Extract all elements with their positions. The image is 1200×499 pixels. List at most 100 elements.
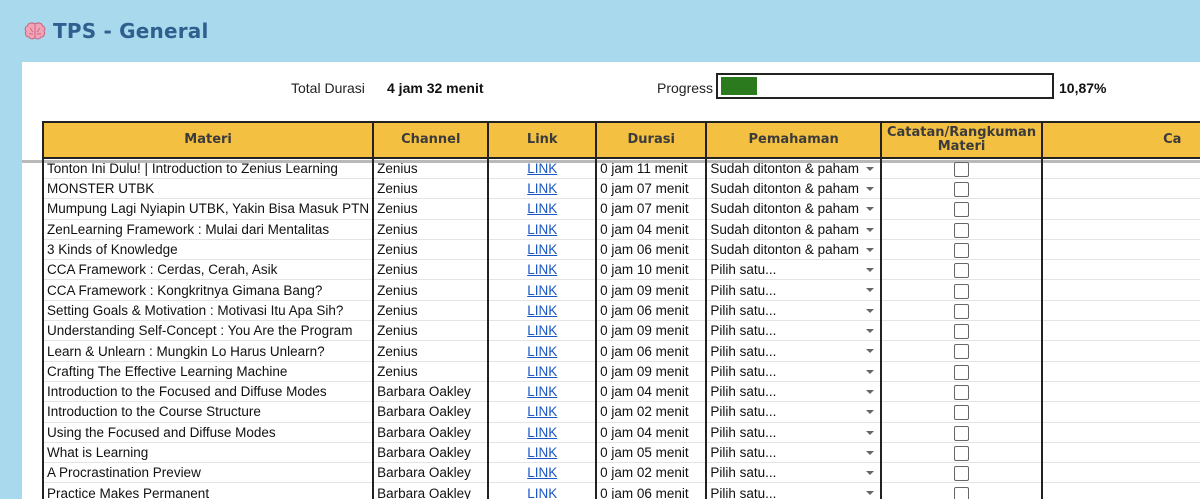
catatan-checkbox[interactable]: [954, 344, 970, 360]
materi-cell[interactable]: 3 Kinds of Knowledge: [41, 239, 375, 261]
pemahaman-select[interactable]: Pilih satu...: [705, 300, 882, 322]
durasi-cell[interactable]: 0 jam 06 menit: [595, 340, 708, 362]
channel-cell[interactable]: Barbara Oakley: [372, 482, 490, 499]
extra-cell[interactable]: [1041, 300, 1200, 322]
extra-cell[interactable]: [1041, 401, 1200, 423]
durasi-cell[interactable]: 0 jam 05 menit: [595, 442, 708, 464]
col-header-extra[interactable]: Ca: [1041, 121, 1200, 159]
dropdown-arrow-icon[interactable]: [865, 288, 874, 293]
materi-cell[interactable]: ZenLearning Framework : Mulai dari Menta…: [41, 219, 375, 240]
dropdown-arrow-icon[interactable]: [865, 471, 874, 476]
video-link[interactable]: LINK: [527, 181, 557, 196]
durasi-cell[interactable]: 0 jam 04 menit: [595, 381, 708, 403]
video-link[interactable]: LINK: [527, 201, 557, 216]
materi-cell[interactable]: Crafting The Effective Learning Machine: [41, 361, 375, 382]
col-header-durasi[interactable]: Durasi: [595, 121, 708, 159]
video-link[interactable]: LINK: [527, 384, 557, 399]
col-header-materi[interactable]: Materi: [41, 121, 375, 159]
video-link[interactable]: LINK: [527, 161, 557, 176]
durasi-cell[interactable]: 0 jam 02 menit: [595, 462, 708, 484]
catatan-checkbox[interactable]: [954, 445, 970, 461]
channel-cell[interactable]: Zenius: [372, 340, 490, 362]
durasi-cell[interactable]: 0 jam 02 menit: [595, 401, 708, 423]
materi-cell[interactable]: A Procrastination Preview: [41, 462, 375, 484]
pemahaman-select[interactable]: Pilih satu...: [705, 259, 882, 281]
video-link[interactable]: LINK: [527, 262, 557, 277]
materi-cell[interactable]: MONSTER UTBK: [41, 178, 375, 200]
pemahaman-select[interactable]: Sudah ditonton & paham: [705, 198, 882, 220]
pemahaman-select[interactable]: Sudah ditonton & paham: [705, 239, 882, 261]
video-link[interactable]: LINK: [527, 303, 557, 318]
pemahaman-select[interactable]: Pilih satu...: [705, 422, 882, 443]
extra-cell[interactable]: [1041, 361, 1200, 382]
video-link[interactable]: LINK: [527, 364, 557, 379]
video-link[interactable]: LINK: [527, 323, 557, 338]
video-link[interactable]: LINK: [527, 425, 557, 440]
dropdown-arrow-icon[interactable]: [865, 329, 874, 334]
col-header-pemahaman[interactable]: Pemahaman: [705, 121, 882, 159]
durasi-cell[interactable]: 0 jam 06 menit: [595, 300, 708, 322]
dropdown-arrow-icon[interactable]: [865, 187, 874, 191]
materi-cell[interactable]: Introduction to the Focused and Diffuse …: [41, 381, 375, 403]
extra-cell[interactable]: [1041, 482, 1200, 499]
durasi-cell[interactable]: 0 jam 04 menit: [595, 422, 708, 443]
extra-cell[interactable]: [1041, 381, 1200, 403]
dropdown-arrow-icon[interactable]: [865, 450, 874, 455]
materi-cell[interactable]: Tonton Ini Dulu! | Introduction to Zeniu…: [41, 158, 375, 179]
extra-cell[interactable]: [1041, 422, 1200, 443]
pemahaman-select[interactable]: Pilih satu...: [705, 340, 882, 362]
catatan-checkbox[interactable]: [954, 364, 970, 380]
durasi-cell[interactable]: 0 jam 10 menit: [595, 259, 708, 281]
durasi-cell[interactable]: 0 jam 07 menit: [595, 198, 708, 220]
video-link[interactable]: LINK: [527, 283, 557, 298]
extra-cell[interactable]: [1041, 158, 1200, 179]
dropdown-arrow-icon[interactable]: [865, 389, 874, 394]
extra-cell[interactable]: [1041, 198, 1200, 220]
video-link[interactable]: LINK: [527, 445, 557, 460]
dropdown-arrow-icon[interactable]: [865, 247, 874, 252]
pemahaman-select[interactable]: Sudah ditonton & paham: [705, 219, 882, 240]
video-link[interactable]: LINK: [527, 486, 557, 499]
channel-cell[interactable]: Zenius: [372, 178, 490, 200]
col-header-catatan[interactable]: Catatan/Rangkuman Materi: [879, 121, 1044, 159]
catatan-checkbox[interactable]: [954, 283, 970, 299]
dropdown-arrow-icon[interactable]: [865, 410, 874, 415]
dropdown-arrow-icon[interactable]: [865, 227, 874, 232]
pemahaman-select[interactable]: Pilih satu...: [705, 320, 882, 342]
catatan-checkbox[interactable]: [954, 385, 970, 401]
catatan-checkbox[interactable]: [954, 486, 970, 499]
materi-cell[interactable]: CCA Framework : Kongkritnya Gimana Bang?: [41, 279, 375, 301]
extra-cell[interactable]: [1041, 442, 1200, 464]
col-header-link[interactable]: Link: [487, 121, 598, 159]
catatan-checkbox[interactable]: [954, 405, 970, 421]
materi-cell[interactable]: Learn & Unlearn : Mungkin Lo Harus Unlea…: [41, 340, 375, 362]
dropdown-arrow-icon[interactable]: [865, 167, 874, 171]
channel-cell[interactable]: Zenius: [372, 279, 490, 301]
pemahaman-select[interactable]: Sudah ditonton & paham: [705, 158, 882, 179]
pemahaman-select[interactable]: Pilih satu...: [705, 462, 882, 484]
materi-cell[interactable]: Understanding Self-Concept : You Are the…: [41, 320, 375, 342]
durasi-cell[interactable]: 0 jam 09 menit: [595, 320, 708, 342]
channel-cell[interactable]: Zenius: [372, 361, 490, 382]
durasi-cell[interactable]: 0 jam 06 menit: [595, 482, 708, 499]
channel-cell[interactable]: Barbara Oakley: [372, 381, 490, 403]
pemahaman-select[interactable]: Pilih satu...: [705, 482, 882, 499]
catatan-checkbox[interactable]: [954, 161, 970, 177]
extra-cell[interactable]: [1041, 340, 1200, 362]
materi-cell[interactable]: Using the Focused and Diffuse Modes: [41, 422, 375, 443]
channel-cell[interactable]: Zenius: [372, 239, 490, 261]
channel-cell[interactable]: Zenius: [372, 158, 490, 179]
channel-cell[interactable]: Zenius: [372, 259, 490, 281]
pemahaman-select[interactable]: Pilih satu...: [705, 381, 882, 403]
pemahaman-select[interactable]: Pilih satu...: [705, 361, 882, 382]
channel-cell[interactable]: Zenius: [372, 300, 490, 322]
video-link[interactable]: LINK: [527, 344, 557, 359]
dropdown-arrow-icon[interactable]: [865, 491, 874, 496]
dropdown-arrow-icon[interactable]: [865, 268, 874, 273]
channel-cell[interactable]: Zenius: [372, 219, 490, 240]
extra-cell[interactable]: [1041, 320, 1200, 342]
durasi-cell[interactable]: 0 jam 11 menit: [595, 158, 708, 179]
materi-cell[interactable]: Introduction to the Course Structure: [41, 401, 375, 423]
catatan-checkbox[interactable]: [954, 242, 970, 258]
channel-cell[interactable]: Barbara Oakley: [372, 422, 490, 443]
